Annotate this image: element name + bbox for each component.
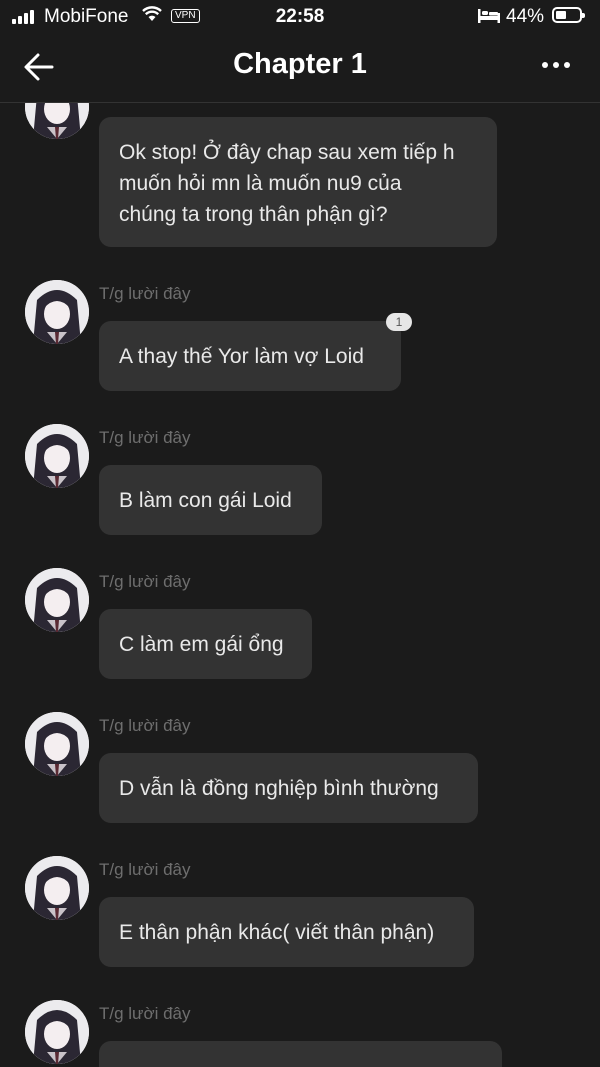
message-bubble[interactable]: [99, 1041, 502, 1067]
reaction-count-badge[interactable]: 1: [386, 313, 412, 331]
message-text-line: chúng ta trong thân phận gì?: [119, 203, 388, 226]
author-name: T/g lười đây: [99, 1004, 191, 1023]
message-bubble[interactable]: C làm em gái ổng: [99, 609, 312, 679]
author-name: T/g lười đây: [99, 860, 191, 879]
chat-list[interactable]: Ok stop! Ở đây chap sau xem tiếp h muốn …: [0, 103, 600, 1067]
message-bubble[interactable]: A thay thế Yor làm vợ Loid: [99, 321, 401, 391]
message-text-line: muốn hỏi mn là muốn nu9 của: [119, 172, 402, 195]
message-text: B làm con gái Loid: [119, 489, 292, 512]
avatar-image: [25, 1000, 89, 1064]
avatar-image: [25, 712, 89, 776]
avatar-image: [25, 280, 89, 344]
avatar[interactable]: [25, 712, 89, 776]
page-title: Chapter 1: [233, 48, 367, 80]
avatar-image: [25, 424, 89, 488]
message-text: E thân phận khác( viết thân phận): [119, 921, 435, 944]
battery-icon: [552, 7, 585, 23]
avatar[interactable]: [25, 103, 89, 139]
avatar[interactable]: [25, 424, 89, 488]
avatar-image: [25, 103, 89, 139]
author-name: T/g lười đây: [99, 572, 191, 591]
author-name: T/g lười đây: [99, 284, 191, 303]
app-header: Chapter 1: [0, 34, 600, 103]
avatar[interactable]: [25, 856, 89, 920]
avatar-image: [25, 856, 89, 920]
message-bubble[interactable]: D vẫn là đồng nghiệp bình thường: [99, 753, 478, 823]
avatar-image: [25, 568, 89, 632]
avatar[interactable]: [25, 568, 89, 632]
status-bar: MobiFone VPN 22:58 44%: [0, 0, 600, 34]
more-options-icon[interactable]: [538, 62, 572, 70]
battery-percent: 44%: [506, 6, 545, 27]
message-bubble[interactable]: Ok stop! Ở đây chap sau xem tiếp h muốn …: [99, 117, 497, 247]
message-text: D vẫn là đồng nghiệp bình thường: [119, 777, 439, 800]
message-bubble[interactable]: B làm con gái Loid: [99, 465, 322, 535]
author-name: T/g lười đây: [99, 716, 191, 735]
message-text: C làm em gái ổng: [119, 633, 284, 656]
sleep-mode-icon: [478, 9, 500, 23]
avatar[interactable]: [25, 1000, 89, 1064]
message-bubble[interactable]: E thân phận khác( viết thân phận): [99, 897, 474, 967]
avatar[interactable]: [25, 280, 89, 344]
author-name: T/g lười đây: [99, 428, 191, 447]
message-text-line: Ok stop! Ở đây chap sau xem tiếp h: [119, 141, 455, 164]
message-text: A thay thế Yor làm vợ Loid: [119, 345, 364, 368]
